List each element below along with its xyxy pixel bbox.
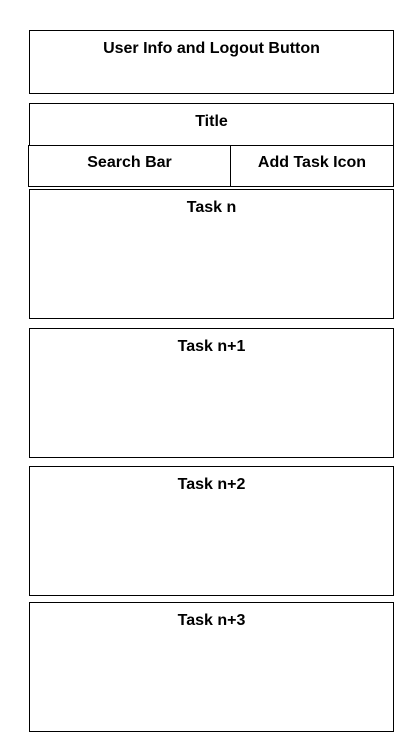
task-card: Task n+3 [29, 602, 394, 732]
search-bar-block: Search Bar [28, 145, 231, 187]
task-card-label: Task n+2 [177, 476, 246, 493]
task-card-label: Task n+3 [177, 612, 246, 629]
add-task-icon-block: Add Task Icon [230, 145, 394, 187]
search-bar-label: Search Bar [87, 154, 172, 171]
user-info-logout-label: User Info and Logout Button [103, 40, 320, 57]
add-task-icon-label: Add Task Icon [257, 154, 367, 171]
title-label: Title [195, 113, 228, 130]
task-card: Task n [29, 189, 394, 319]
task-card-label: Task n+1 [177, 338, 246, 355]
task-card: Task n+2 [29, 466, 394, 596]
user-info-logout-block: User Info and Logout Button [29, 30, 394, 94]
task-card: Task n+1 [29, 328, 394, 458]
task-card-label: Task n [186, 199, 237, 216]
title-block: Title [29, 103, 394, 146]
